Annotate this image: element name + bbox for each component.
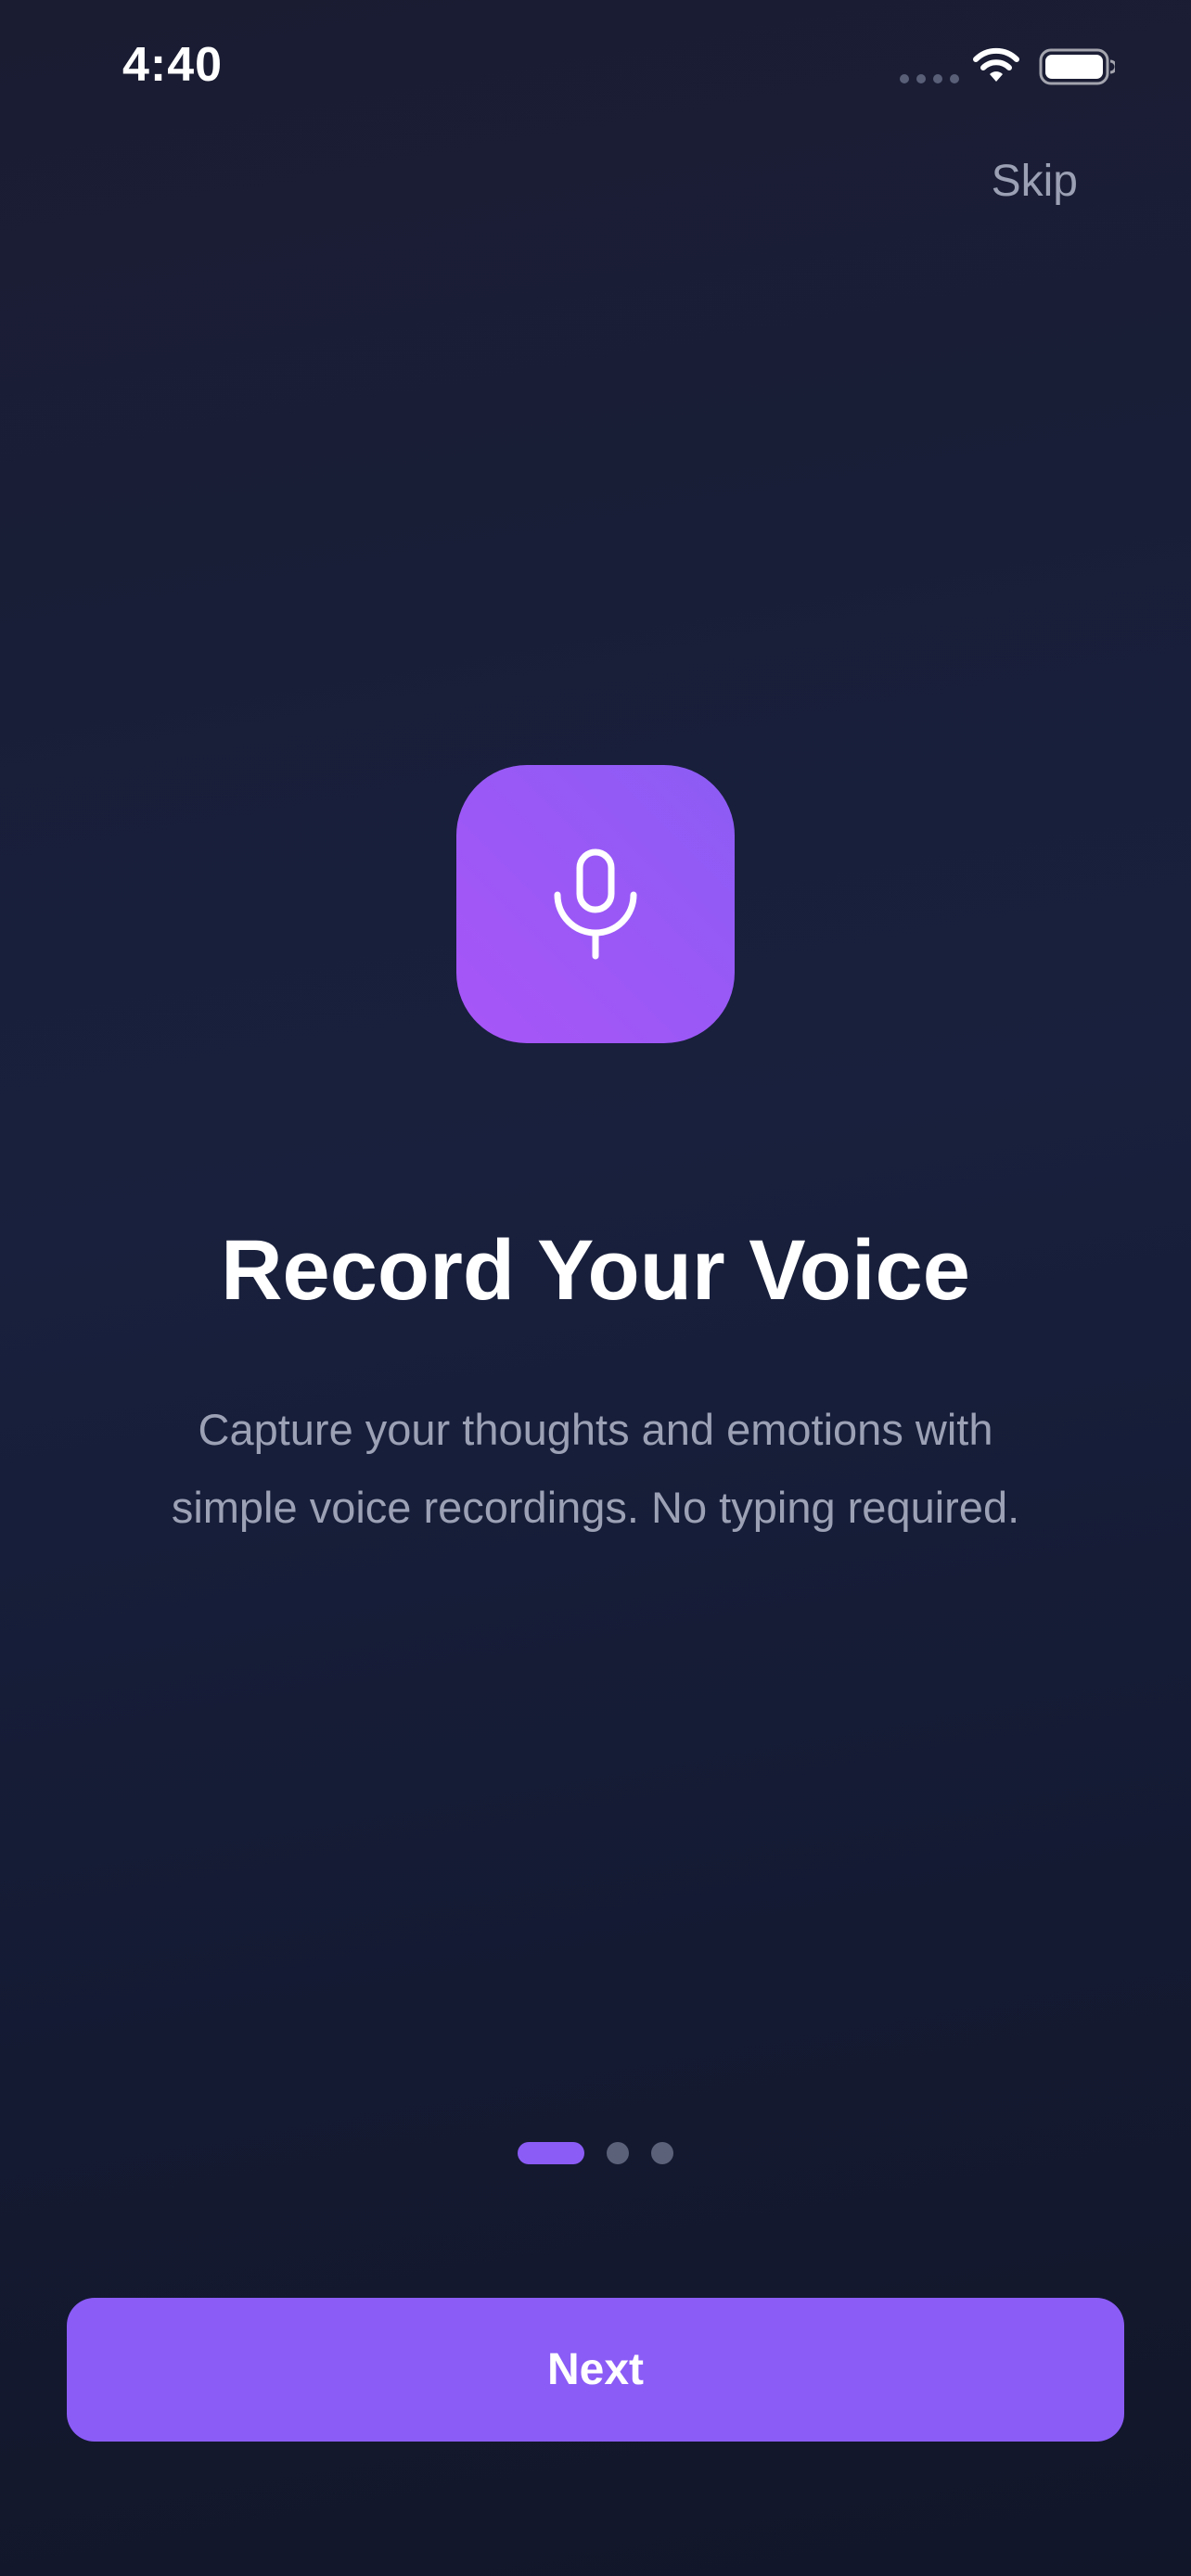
description-line-1: Capture your thoughts and emotions with	[198, 1405, 993, 1454]
page-dot-2[interactable]	[607, 2142, 629, 2164]
microphone-tile	[456, 765, 735, 1043]
microphone-icon	[554, 848, 637, 960]
signal-dots-icon	[900, 74, 959, 83]
page-title: Record Your Voice	[221, 1223, 970, 1318]
wifi-icon	[973, 47, 1019, 82]
description-line-2: simple voice recordings. No typing requi…	[171, 1483, 1020, 1532]
battery-icon	[1039, 48, 1115, 85]
page-dot-1[interactable]	[518, 2142, 584, 2164]
next-button[interactable]: Next	[67, 2298, 1124, 2442]
page-description: Capture your thoughts and emotions with …	[93, 1391, 1098, 1547]
page-indicator	[0, 2142, 1191, 2164]
skip-button[interactable]: Skip	[992, 156, 1078, 207]
page-dot-3[interactable]	[651, 2142, 673, 2164]
status-time: 4:40	[122, 38, 224, 92]
status-bar: 4:40	[0, 0, 1191, 139]
